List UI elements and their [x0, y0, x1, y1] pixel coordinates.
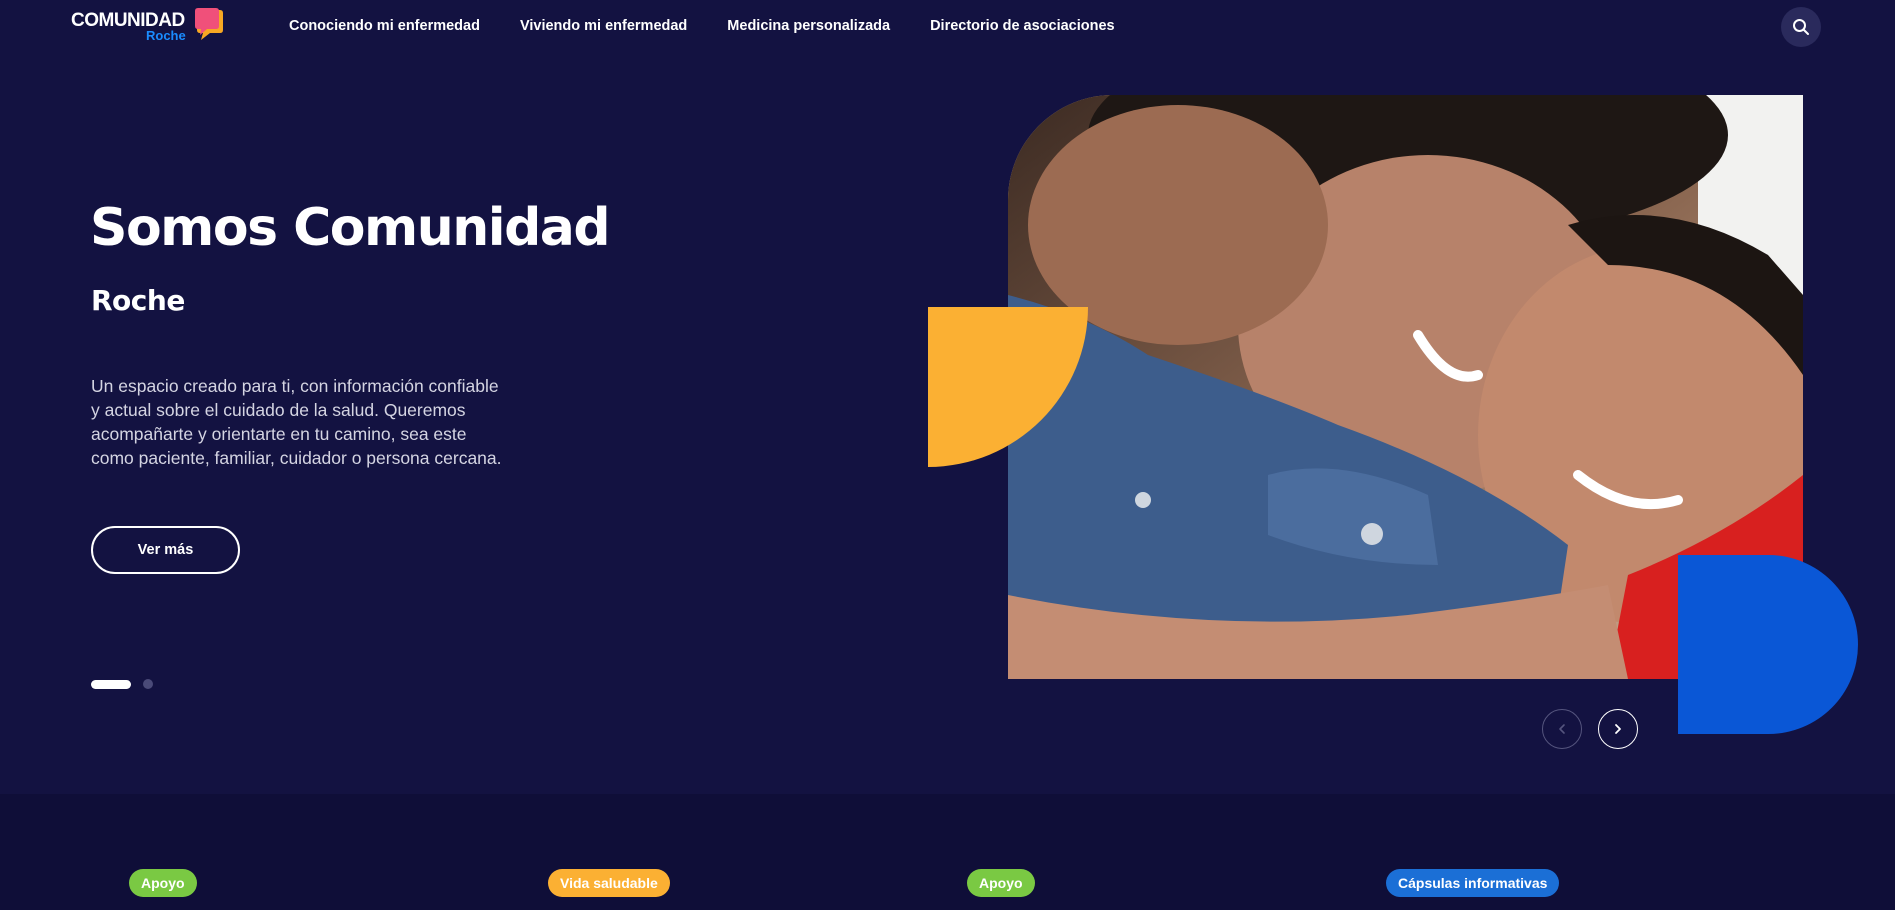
- carousel-next-button[interactable]: [1598, 709, 1638, 749]
- decorative-blue-shape: [1678, 555, 1858, 734]
- search-icon: [1793, 19, 1809, 35]
- tag-capsulas-informativas[interactable]: Cápsulas informativas: [1386, 869, 1560, 897]
- nav-medicina[interactable]: Medicina personalizada: [727, 18, 890, 34]
- tag-apoyo[interactable]: Apoyo: [129, 869, 197, 897]
- chevron-right-icon: [1615, 724, 1621, 734]
- carousel-dot-1[interactable]: [91, 679, 131, 689]
- logo-subtext: Roche: [146, 28, 186, 43]
- carousel-dot-2[interactable]: [143, 679, 153, 689]
- site-header: COMUNIDAD Roche Conociendo mi enfermedad…: [0, 0, 1895, 54]
- tag-vida-saludable[interactable]: Vida saludable: [548, 869, 670, 897]
- ver-mas-button[interactable]: Ver más: [91, 526, 240, 574]
- chevron-left-icon: [1559, 724, 1565, 734]
- hero-title: Somos Comunidad: [90, 198, 611, 258]
- logo[interactable]: COMUNIDAD Roche: [71, 8, 231, 44]
- nav-directorio[interactable]: Directorio de asociaciones: [930, 18, 1115, 34]
- search-button[interactable]: [1781, 7, 1821, 47]
- nav-viviendo[interactable]: Viviendo mi enfermedad: [520, 18, 687, 34]
- hero-description: Un espacio creado para ti, con informaci…: [91, 376, 502, 468]
- articles-section: [0, 794, 1895, 910]
- tag-apoyo[interactable]: Apoyo: [967, 869, 1035, 897]
- speech-bubble-icon: [195, 8, 223, 40]
- carousel-dots: [91, 679, 153, 689]
- hero-subtitle: Roche: [91, 284, 185, 317]
- main-nav: Conociendo mi enfermedad Viviendo mi enf…: [289, 18, 1115, 34]
- nav-conociendo[interactable]: Conociendo mi enfermedad: [289, 18, 480, 34]
- carousel-prev-button[interactable]: [1542, 709, 1582, 749]
